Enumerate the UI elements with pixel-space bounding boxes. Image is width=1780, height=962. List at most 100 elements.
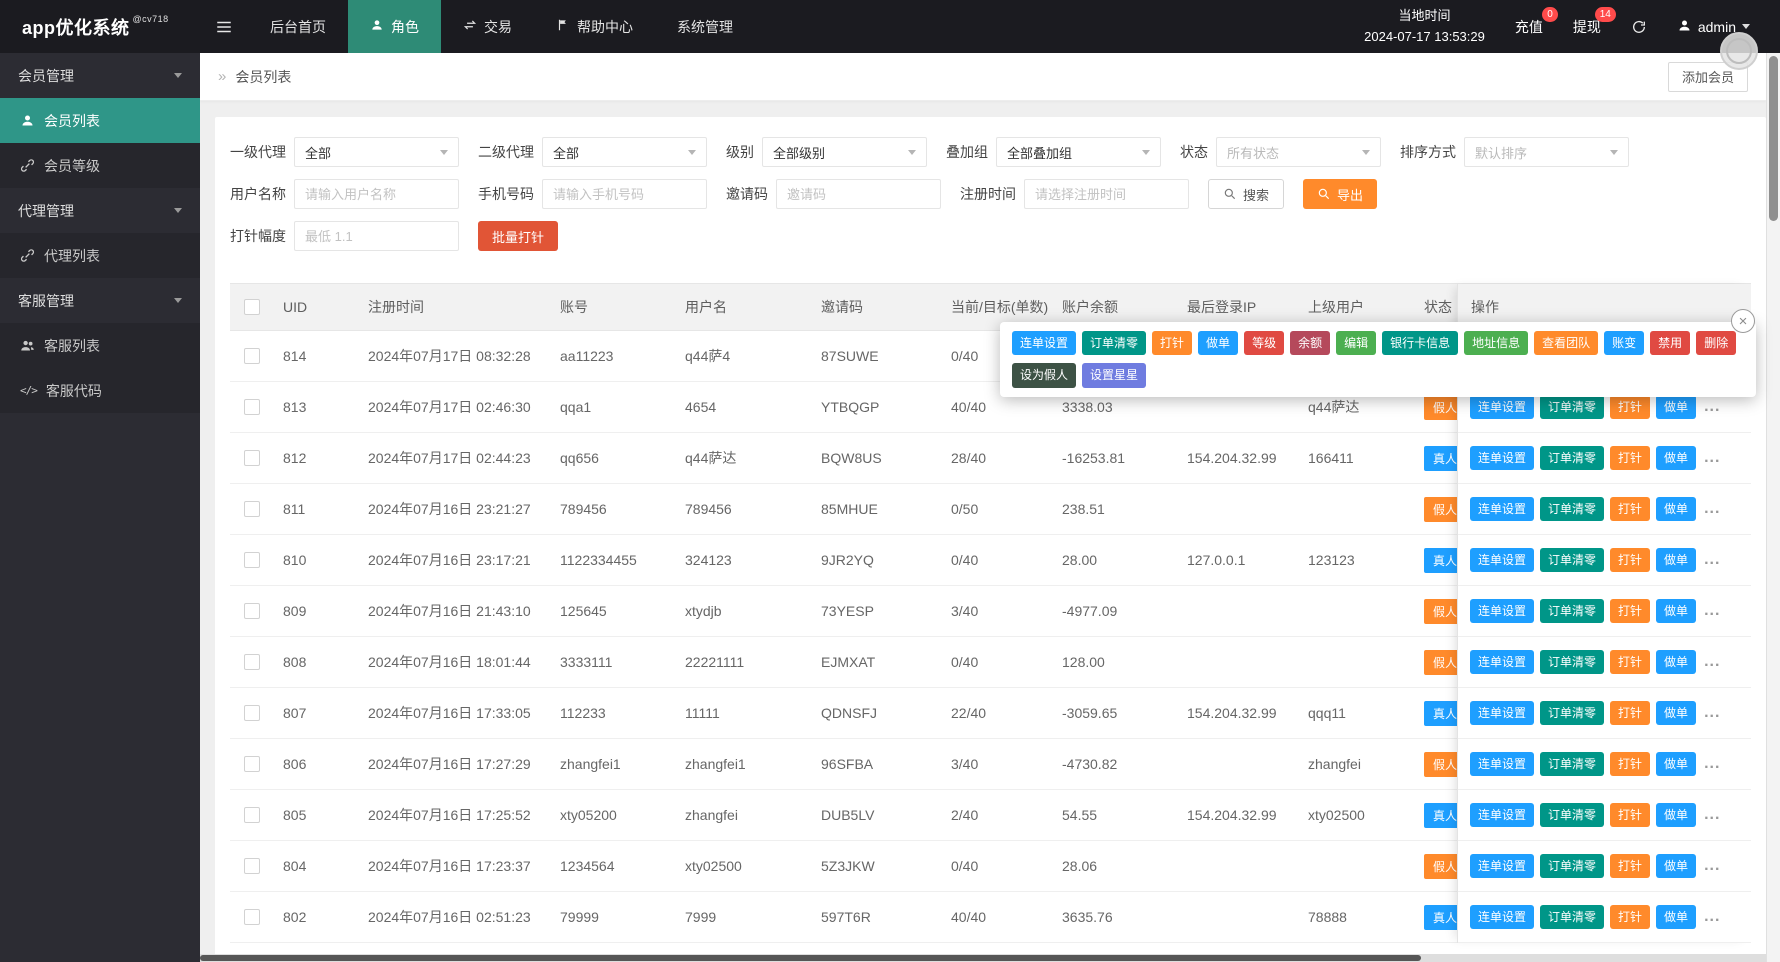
inject-range-input[interactable] <box>294 221 459 251</box>
inject-button[interactable]: 打针 <box>1610 547 1651 573</box>
chain-order-settings-button[interactable]: 连单设置 <box>1470 700 1535 726</box>
sidebar-item-support-code[interactable]: </> 客服代码 <box>0 368 200 413</box>
filter-select[interactable]: 默认排序 <box>1464 137 1629 167</box>
filter-select[interactable]: 全部级别 <box>762 137 927 167</box>
inject-button[interactable]: 打针 <box>1610 802 1651 828</box>
popup-action-button[interactable]: 打针 <box>1152 331 1193 356</box>
order-reset-button[interactable]: 订单清零 <box>1540 547 1605 573</box>
make-order-button[interactable]: 做单 <box>1656 649 1697 675</box>
more-actions-button[interactable]: ... <box>1704 908 1720 926</box>
popup-action-button[interactable]: 设为假人 <box>1012 363 1077 388</box>
row-checkbox[interactable] <box>243 756 260 772</box>
inject-button[interactable]: 打针 <box>1610 751 1651 777</box>
sidebar-group-agents[interactable]: 代理管理 <box>0 188 200 233</box>
order-reset-button[interactable]: 订单清零 <box>1540 700 1605 726</box>
export-button[interactable]: 导出 <box>1303 179 1378 209</box>
order-reset-button[interactable]: 订单清零 <box>1540 496 1605 522</box>
batch-inject-button[interactable]: 批量打针 <box>478 221 559 251</box>
vertical-scrollbar-thumb[interactable] <box>1769 56 1778 221</box>
popup-action-button[interactable]: 删除 <box>1696 331 1737 356</box>
chain-order-settings-button[interactable]: 连单设置 <box>1470 904 1535 930</box>
sidebar-item-member-list[interactable]: 会员列表 <box>0 98 200 143</box>
popup-action-button[interactable]: 银行卡信息 <box>1382 331 1459 356</box>
filter-select[interactable]: 全部 <box>542 137 707 167</box>
chain-order-settings-button[interactable]: 连单设置 <box>1470 853 1535 879</box>
order-reset-button[interactable]: 订单清零 <box>1540 751 1605 777</box>
popup-action-button[interactable]: 查看团队 <box>1534 331 1599 356</box>
inject-button[interactable]: 打针 <box>1610 394 1651 420</box>
make-order-button[interactable]: 做单 <box>1656 700 1697 726</box>
chain-order-settings-button[interactable]: 连单设置 <box>1470 496 1535 522</box>
sidebar-item-member-level[interactable]: 会员等级 <box>0 143 200 188</box>
popup-action-button[interactable]: 禁用 <box>1650 331 1691 356</box>
row-checkbox[interactable] <box>243 501 260 517</box>
sidebar-item-agent-list[interactable]: 代理列表 <box>0 233 200 278</box>
nav-item-roles[interactable]: 角色 <box>348 0 441 53</box>
row-checkbox[interactable] <box>243 450 260 466</box>
select-all-checkbox[interactable] <box>243 299 260 315</box>
inject-button[interactable]: 打针 <box>1610 853 1651 879</box>
row-checkbox[interactable] <box>243 858 260 874</box>
make-order-button[interactable]: 做单 <box>1656 547 1697 573</box>
popup-action-button[interactable]: 余额 <box>1290 331 1331 356</box>
more-actions-button[interactable]: ... <box>1704 602 1720 620</box>
order-reset-button[interactable]: 订单清零 <box>1540 904 1605 930</box>
menu-toggle-icon[interactable] <box>200 0 248 53</box>
row-checkbox[interactable] <box>243 654 260 670</box>
order-reset-button[interactable]: 订单清零 <box>1540 598 1605 624</box>
more-actions-button[interactable]: ... <box>1704 398 1720 416</box>
popup-action-button[interactable]: 设置星星 <box>1082 363 1147 388</box>
chain-order-settings-button[interactable]: 连单设置 <box>1470 649 1535 675</box>
chain-order-settings-button[interactable]: 连单设置 <box>1470 598 1535 624</box>
filter-input[interactable] <box>1024 179 1189 209</box>
make-order-button[interactable]: 做单 <box>1656 853 1697 879</box>
row-checkbox[interactable] <box>243 807 260 823</box>
vertical-scrollbar[interactable] <box>1766 53 1780 962</box>
row-checkbox[interactable] <box>243 603 260 619</box>
popup-action-button[interactable]: 等级 <box>1244 331 1285 356</box>
more-actions-button[interactable]: ... <box>1704 500 1720 518</box>
nav-item-help[interactable]: 帮助中心 <box>534 0 655 53</box>
inject-button[interactable]: 打针 <box>1610 496 1651 522</box>
make-order-button[interactable]: 做单 <box>1656 496 1697 522</box>
withdraw-link[interactable]: 提现 14 <box>1573 6 1616 37</box>
horizontal-scrollbar-thumb[interactable] <box>200 955 1422 961</box>
chain-order-settings-button[interactable]: 连单设置 <box>1470 547 1535 573</box>
chain-order-settings-button[interactable]: 连单设置 <box>1470 751 1535 777</box>
popup-action-button[interactable]: 连单设置 <box>1012 331 1077 356</box>
filter-input[interactable] <box>776 179 941 209</box>
more-actions-button[interactable]: ... <box>1704 449 1720 467</box>
more-actions-button[interactable]: ... <box>1704 857 1720 875</box>
filter-input[interactable] <box>542 179 707 209</box>
search-button[interactable]: 搜索 <box>1208 179 1285 209</box>
more-actions-button[interactable]: ... <box>1704 755 1720 773</box>
order-reset-button[interactable]: 订单清零 <box>1540 802 1605 828</box>
nav-item-trade[interactable]: 交易 <box>441 0 534 53</box>
inject-button[interactable]: 打针 <box>1610 700 1651 726</box>
order-reset-button[interactable]: 订单清零 <box>1540 853 1605 879</box>
order-reset-button[interactable]: 订单清零 <box>1540 445 1605 471</box>
nav-item-home[interactable]: 后台首页 <box>248 0 348 53</box>
more-actions-button[interactable]: ... <box>1704 806 1720 824</box>
popup-action-button[interactable]: 地址信息 <box>1464 331 1529 356</box>
make-order-button[interactable]: 做单 <box>1656 598 1697 624</box>
more-actions-button[interactable]: ... <box>1704 551 1720 569</box>
sidebar-item-support-list[interactable]: 客服列表 <box>0 323 200 368</box>
close-icon[interactable]: × <box>1731 309 1755 333</box>
more-actions-button[interactable]: ... <box>1704 704 1720 722</box>
horizontal-scrollbar[interactable] <box>200 954 1766 962</box>
inject-button[interactable]: 打针 <box>1610 649 1651 675</box>
chain-order-settings-button[interactable]: 连单设置 <box>1470 802 1535 828</box>
order-reset-button[interactable]: 订单清零 <box>1540 649 1605 675</box>
popup-action-button[interactable]: 编辑 <box>1336 331 1377 356</box>
filter-select[interactable]: 全部叠加组 <box>996 137 1161 167</box>
floating-widget[interactable] <box>1720 32 1758 70</box>
nav-item-system[interactable]: 系统管理 <box>655 0 755 53</box>
row-checkbox[interactable] <box>243 909 260 925</box>
sidebar-group-support[interactable]: 客服管理 <box>0 278 200 323</box>
popup-action-button[interactable]: 做单 <box>1198 331 1239 356</box>
chain-order-settings-button[interactable]: 连单设置 <box>1470 394 1535 420</box>
chain-order-settings-button[interactable]: 连单设置 <box>1470 445 1535 471</box>
refresh-icon[interactable] <box>1631 19 1647 35</box>
more-actions-button[interactable]: ... <box>1704 653 1720 671</box>
